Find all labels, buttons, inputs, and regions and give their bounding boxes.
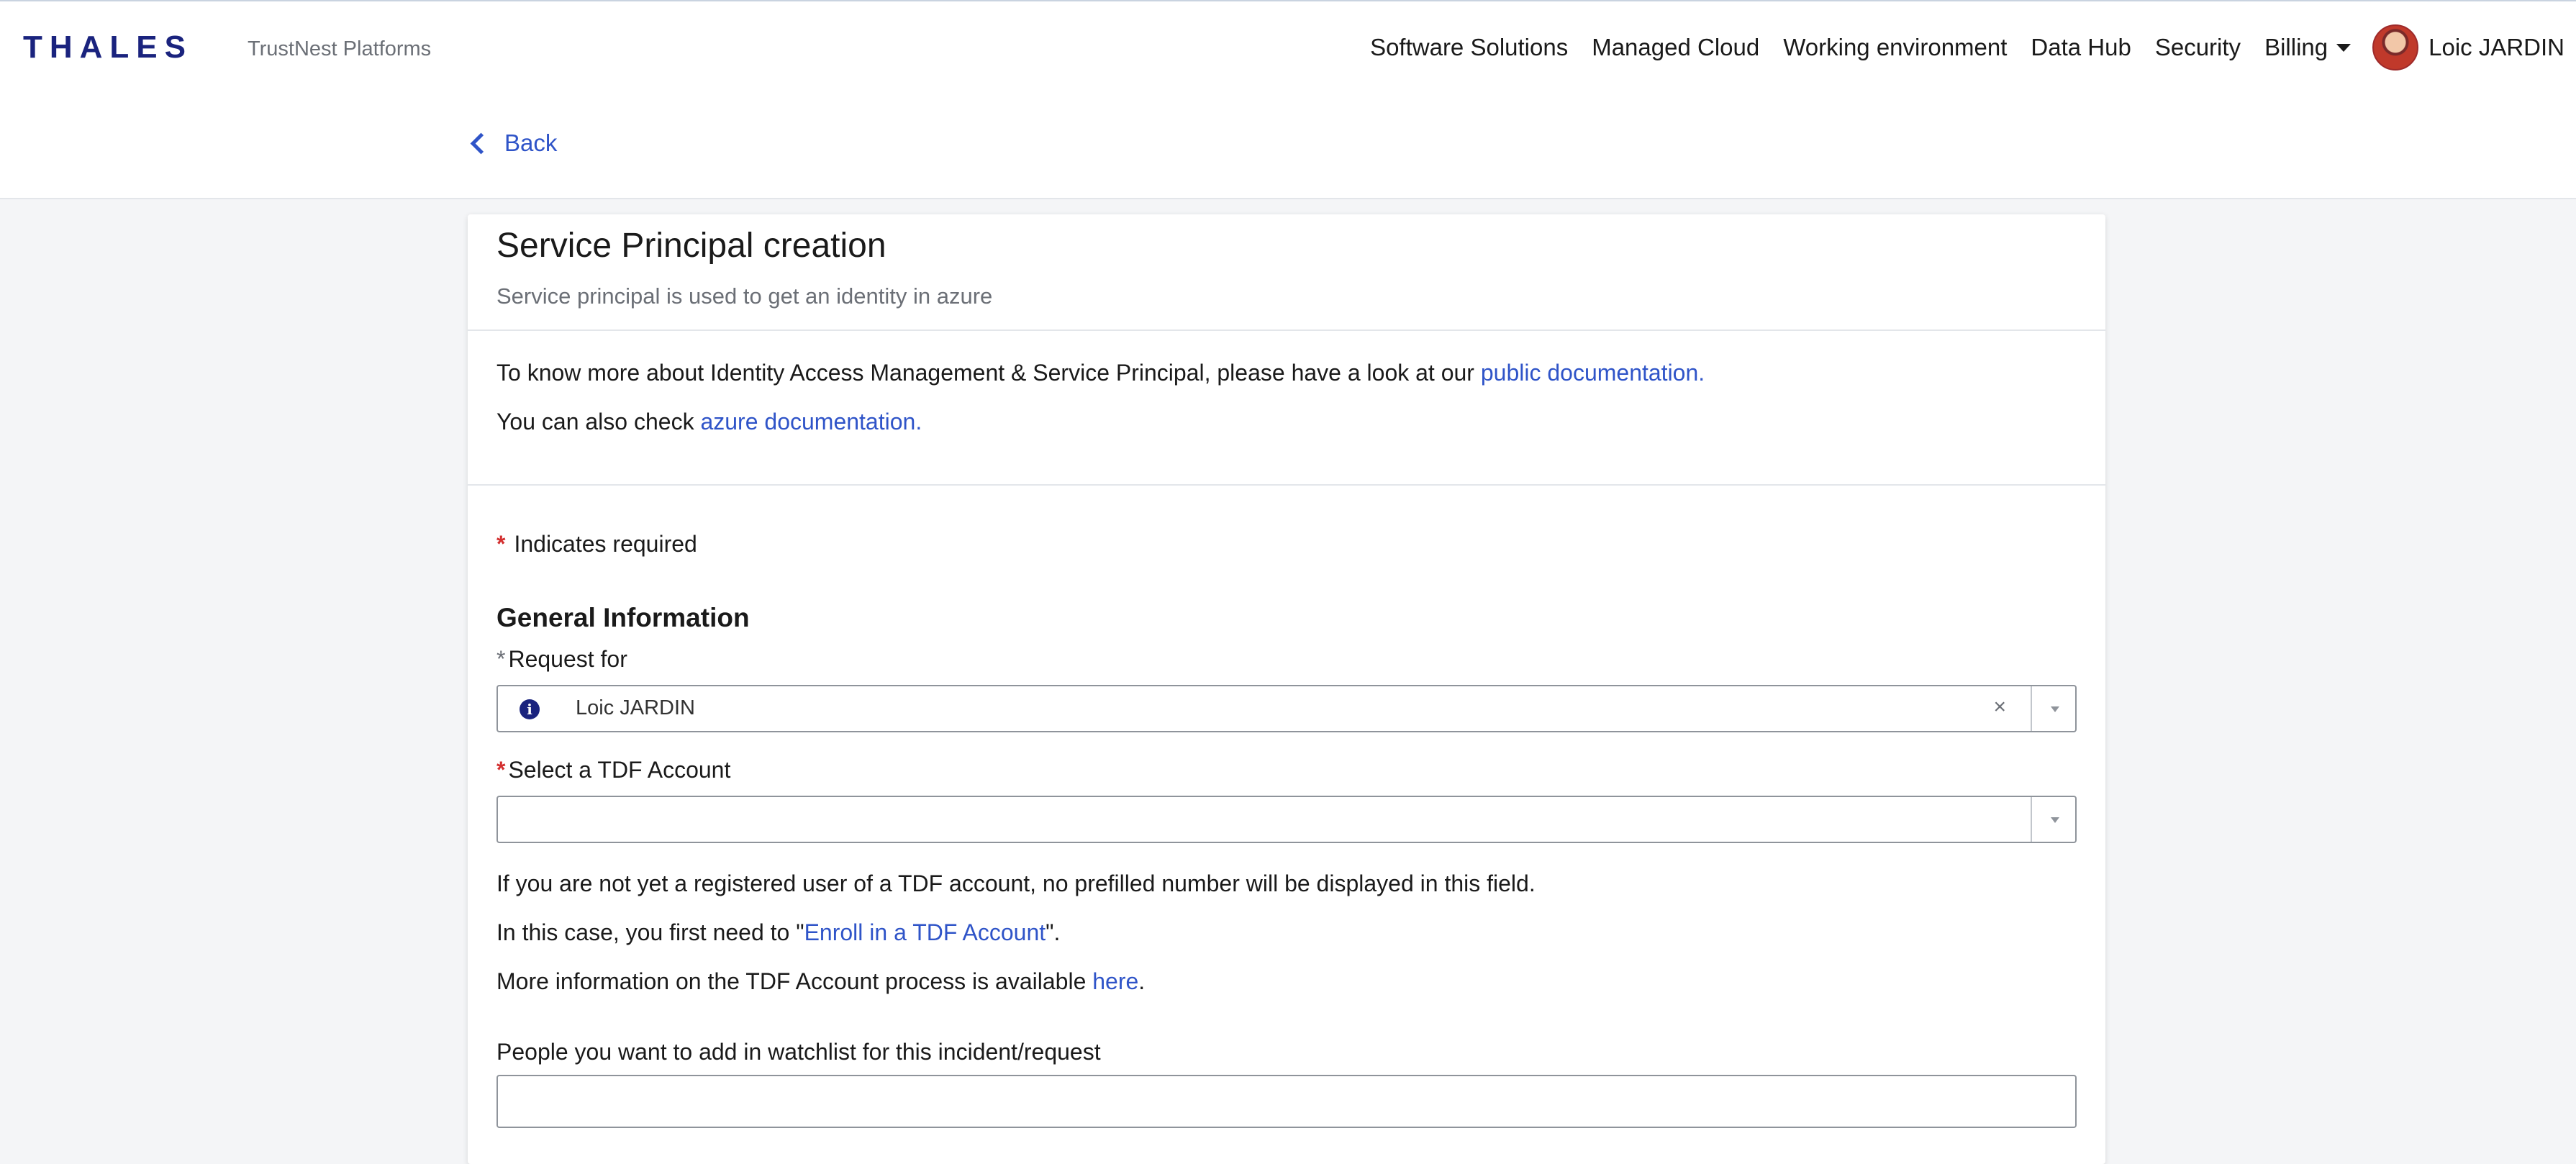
info-line-text: You can also check	[496, 409, 701, 435]
select-divider	[2031, 686, 2032, 731]
tdf-account-select[interactable]	[496, 796, 2077, 843]
watchlist-label: People you want to add in watchlist for …	[496, 1039, 1101, 1065]
select-divider	[2031, 797, 2032, 842]
section-title: General Information	[496, 603, 750, 632]
tdf-account-label-text: Select a TDF Account	[508, 757, 731, 783]
info-line-public-docs: To know more about Identity Access Manag…	[496, 360, 1705, 386]
caret-down-icon	[2336, 43, 2351, 52]
tdf-help-enroll-suffix: ".	[1046, 919, 1061, 945]
required-star: *	[496, 531, 506, 557]
nav-security[interactable]: Security	[2155, 33, 2241, 62]
watchlist-input[interactable]	[496, 1075, 2077, 1128]
tdf-account-label: * Select a TDF Account	[496, 757, 730, 783]
page-title: Service Principal creation	[496, 227, 886, 265]
nav-working-environment[interactable]: Working environment	[1783, 33, 2007, 62]
request-for-select[interactable]: i Loic JARDIN ×	[496, 685, 2077, 732]
back-label: Back	[504, 129, 558, 156]
public-documentation-link[interactable]: public documentation.	[1481, 360, 1705, 386]
here-link[interactable]: here	[1092, 968, 1138, 994]
page-subtitle: Service principal is used to get an iden…	[496, 283, 993, 309]
info-circle-icon: i	[520, 699, 540, 719]
nav-software-solutions[interactable]: Software Solutions	[1370, 33, 1568, 62]
logo-text: THALES	[23, 29, 193, 65]
card-header: Service Principal creation Service princ…	[468, 214, 2105, 331]
request-for-label-text: Request for	[508, 646, 627, 672]
info-line-azure-docs: You can also check azure documentation.	[496, 409, 922, 435]
nav-billing-label: Billing	[2264, 34, 2328, 60]
required-note: * Indicates required	[496, 531, 697, 558]
tdf-help-more-info: More information on the TDF Account proc…	[496, 968, 1145, 995]
tdf-help-not-registered: If you are not yet a registered user of …	[496, 870, 1536, 896]
tdf-help-enroll-prefix: In this case, you first need to "	[496, 919, 804, 945]
request-for-label: * Request for	[496, 646, 627, 673]
azure-documentation-link[interactable]: azure documentation.	[700, 409, 922, 435]
documentation-info: To know more about Identity Access Manag…	[468, 331, 2105, 486]
required-star: *	[496, 646, 506, 672]
service-principal-card: Service Principal creation Service princ…	[468, 214, 2105, 1164]
tdf-help-more-info-suffix: .	[1138, 968, 1146, 994]
caret-down-icon[interactable]	[2051, 817, 2059, 823]
platform-name: TrustNest Platforms	[248, 37, 432, 60]
required-star: *	[496, 757, 506, 783]
info-line-text: To know more about Identity Access Manag…	[496, 360, 1481, 386]
nav-managed-cloud[interactable]: Managed Cloud	[1592, 33, 1759, 62]
main-nav: Software Solutions Managed Cloud Working…	[1346, 19, 2564, 76]
nav-data-hub[interactable]: Data Hub	[2031, 33, 2131, 62]
enroll-tdf-account-link[interactable]: Enroll in a TDF Account	[804, 919, 1046, 945]
user-name: Loic JARDIN	[2428, 34, 2564, 60]
thales-logo[interactable]: THALES	[23, 30, 193, 65]
avatar	[2372, 24, 2419, 71]
chevron-left-icon	[470, 132, 492, 154]
request-for-value: Loic JARDIN	[576, 696, 695, 719]
back-link[interactable]: Back	[470, 129, 558, 157]
user-menu[interactable]: Loic JARDIN	[2372, 24, 2564, 71]
caret-down-icon[interactable]	[2051, 706, 2059, 712]
close-icon[interactable]: ×	[1993, 695, 2006, 719]
required-note-text: Indicates required	[514, 531, 697, 557]
tdf-help-more-info-prefix: More information on the TDF Account proc…	[496, 968, 1093, 994]
nav-billing-dropdown[interactable]: Billing	[2264, 33, 2351, 62]
tdf-help-enroll: In this case, you first need to "Enroll …	[496, 919, 1060, 946]
top-header: THALES TrustNest Platforms Software Solu…	[0, 1, 2576, 199]
